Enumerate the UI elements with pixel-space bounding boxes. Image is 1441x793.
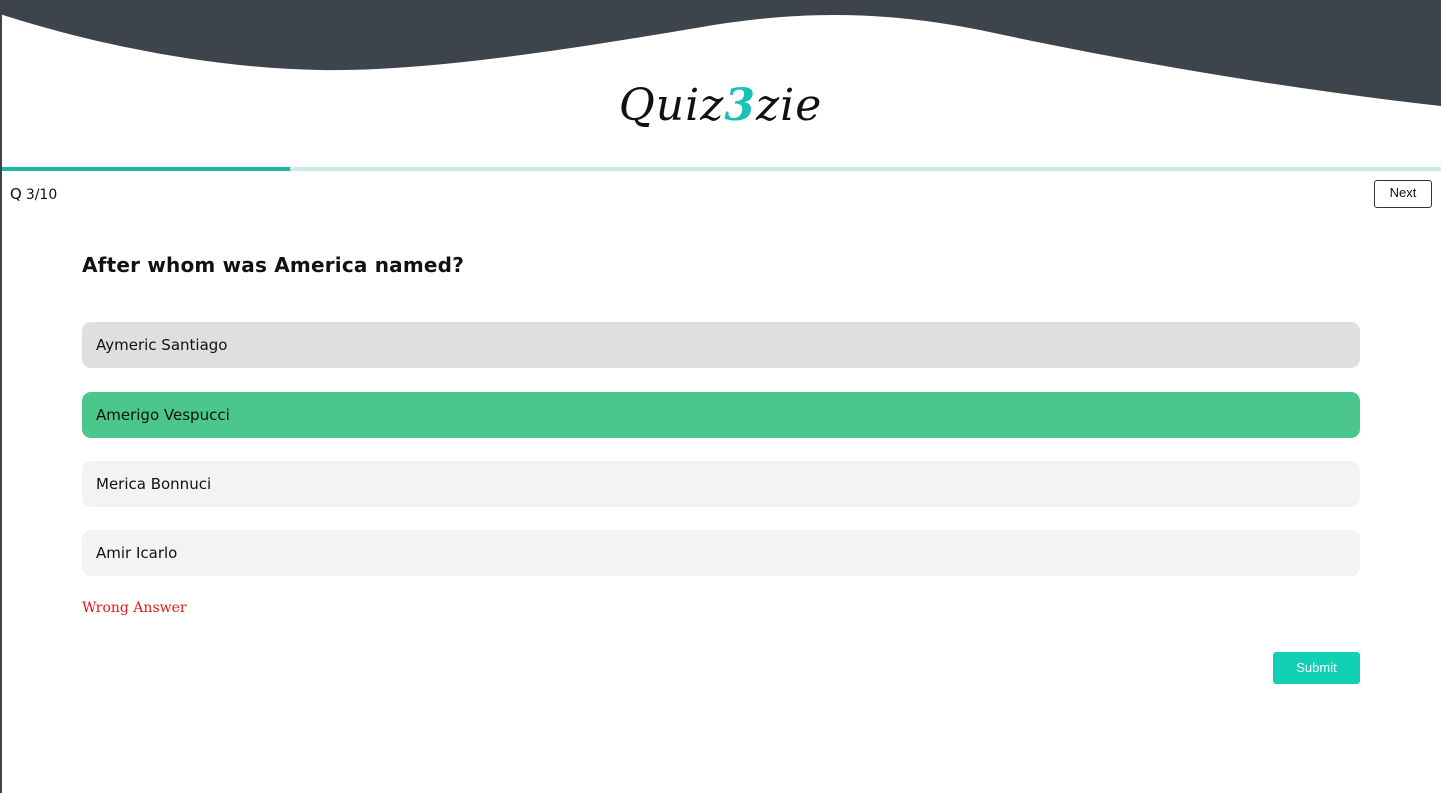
app-logo: Quiz3zie [0,76,1441,136]
question-counter-prefix: Q [10,185,22,203]
progress-bar [2,167,1441,171]
answer-option-4[interactable]: Amir Icarlo [82,530,1360,576]
submit-button[interactable]: Submit [1273,652,1360,684]
question-text: After whom was America named? [82,253,465,277]
question-counter-value: 3/10 [25,187,58,203]
feedback-message: Wrong Answer [82,600,187,616]
answer-option-1[interactable]: Aymeric Santiago [82,322,1360,368]
logo-accent: 3 [724,80,756,131]
next-button[interactable]: Next [1374,180,1432,208]
answer-option-2[interactable]: Amerigo Vespucci [82,392,1360,438]
logo-suffix: zie [756,80,823,131]
quiz-page: Quiz3zie Q 3/10 Next After whom was Ameri… [0,0,1441,793]
question-counter: Q 3/10 [10,184,57,205]
answer-option-3[interactable]: Merica Bonnuci [82,461,1360,507]
logo-prefix: Quiz [618,80,725,131]
progress-bar-fill [2,167,290,171]
